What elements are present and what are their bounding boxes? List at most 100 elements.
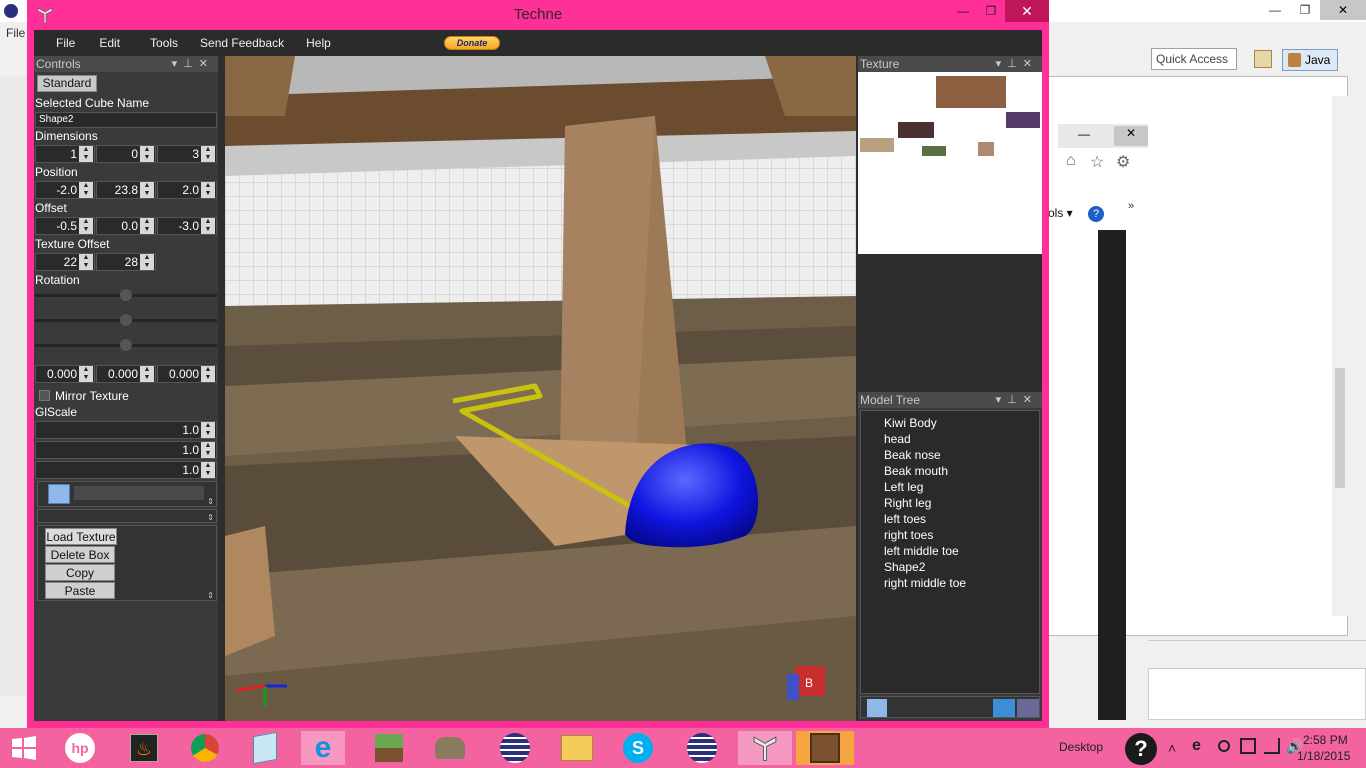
- paste-button[interactable]: Paste: [45, 582, 115, 599]
- flame-app-icon[interactable]: ♨: [122, 731, 166, 765]
- cube-icon[interactable]: [48, 484, 70, 504]
- group-icon[interactable]: [1017, 699, 1039, 717]
- quick-access-input[interactable]: Quick Access: [1151, 48, 1237, 70]
- eclipse-menu-file[interactable]: File: [6, 26, 25, 40]
- cube-name-input[interactable]: Shape2: [35, 112, 217, 128]
- ie-tray-icon[interactable]: e: [1192, 737, 1201, 755]
- 3d-viewport[interactable]: B: [225, 56, 856, 721]
- shape-toolbox[interactable]: ⇕: [37, 481, 217, 507]
- tree-item[interactable]: Kiwi Body: [861, 415, 1039, 431]
- load-texture-button[interactable]: Load Texture: [45, 528, 117, 545]
- panel-window-icons[interactable]: ▾⊥✕: [996, 392, 1038, 408]
- expand-icon[interactable]: ⇕: [207, 513, 214, 522]
- rotation-y-stepper[interactable]: 0.000 ▲ ▼: [96, 365, 156, 383]
- menu-tools[interactable]: Tools: [150, 36, 178, 50]
- minecraft-icon[interactable]: [367, 731, 411, 765]
- 3d-scene[interactable]: B: [225, 56, 856, 721]
- start-button[interactable]: [2, 731, 46, 765]
- tree-item[interactable]: right middle toe: [861, 575, 1039, 591]
- tree-item[interactable]: Beak mouth: [861, 463, 1039, 479]
- dimension-y-stepper[interactable]: 0 ▲ ▼: [96, 145, 156, 163]
- network-status-icon[interactable]: [1218, 740, 1230, 752]
- tree-item[interactable]: Shape2: [861, 559, 1039, 575]
- rotation-x-stepper[interactable]: 0.000 ▲ ▼: [35, 365, 95, 383]
- glscale-y-stepper[interactable]: 1.0 ▲ ▼: [35, 441, 217, 459]
- position-z-stepper[interactable]: 2.0 ▲ ▼: [157, 181, 217, 199]
- notepad-icon[interactable]: [243, 731, 287, 765]
- minimize-icon[interactable]: —: [1260, 0, 1290, 20]
- browser-minimize-icon[interactable]: —: [1078, 127, 1090, 141]
- eclipse-icon[interactable]: [493, 731, 537, 765]
- menu-file[interactable]: File: [56, 36, 75, 50]
- delete-box-button[interactable]: Delete Box: [45, 546, 115, 563]
- mirror-texture-checkbox[interactable]: [39, 390, 50, 401]
- eclipse-icon[interactable]: [680, 731, 724, 765]
- menu-edit[interactable]: Edit: [99, 36, 120, 50]
- browser-close-icon[interactable]: ✕: [1114, 126, 1148, 146]
- tree-item[interactable]: left middle toe: [861, 543, 1039, 559]
- battery-icon[interactable]: [1240, 738, 1256, 754]
- rotation-z-knob[interactable]: [120, 339, 132, 351]
- rotation-y-knob[interactable]: [120, 314, 132, 326]
- tree-item[interactable]: left toes: [861, 511, 1039, 527]
- donate-button[interactable]: Donate: [444, 36, 500, 50]
- offset-x-stepper[interactable]: -0.5 ▲ ▼: [35, 217, 95, 235]
- texture-offset-y-stepper[interactable]: 28 ▲ ▼: [96, 253, 156, 271]
- texture-preview[interactable]: [858, 72, 1042, 254]
- close-icon[interactable]: ✕: [1005, 0, 1049, 22]
- expand-icon[interactable]: ⇕: [207, 497, 214, 506]
- file-explorer-icon[interactable]: [555, 731, 599, 765]
- toolbox-row[interactable]: ⇕: [37, 509, 217, 523]
- help-icon[interactable]: ?: [1125, 733, 1157, 765]
- internet-explorer-icon[interactable]: e: [301, 731, 345, 765]
- menu-help[interactable]: Help: [306, 36, 331, 50]
- techne-taskbar-icon[interactable]: [738, 731, 792, 765]
- eclipse-scrollbar[interactable]: [1332, 96, 1348, 616]
- help-icon[interactable]: ?: [1088, 206, 1104, 222]
- tree-item[interactable]: head: [861, 431, 1039, 447]
- close-icon[interactable]: ✕: [1320, 0, 1366, 20]
- glscale-z-stepper[interactable]: 1.0 ▲ ▼: [35, 461, 217, 479]
- chevron-more-icon[interactable]: »: [1128, 200, 1134, 212]
- tools-menu[interactable]: ols ▾: [1048, 206, 1073, 220]
- open-perspective-icon[interactable]: [1254, 50, 1272, 68]
- dimension-z-stepper[interactable]: 3 ▲ ▼: [157, 145, 217, 163]
- panel-window-icons[interactable]: ▾⊥✕: [996, 56, 1038, 72]
- hp-icon[interactable]: hp: [58, 731, 102, 765]
- offset-y-stepper[interactable]: 0.0 ▲ ▼: [96, 217, 156, 235]
- copy-button[interactable]: Copy: [45, 564, 115, 581]
- glscale-x-stepper[interactable]: 1.0 ▲ ▼: [35, 421, 217, 439]
- offset-z-stepper[interactable]: -3.0 ▲ ▼: [157, 217, 217, 235]
- tree-item[interactable]: Right leg: [861, 495, 1039, 511]
- chrome-icon[interactable]: [183, 731, 227, 765]
- gear-icon[interactable]: ⚙: [1116, 152, 1130, 172]
- clock-date[interactable]: 1/18/2015: [1297, 749, 1350, 763]
- java-perspective-button[interactable]: Java: [1282, 49, 1338, 71]
- position-x-stepper[interactable]: -2.0 ▲ ▼: [35, 181, 95, 199]
- signal-icon[interactable]: [1264, 738, 1280, 754]
- rotation-x-knob[interactable]: [120, 289, 132, 301]
- minecraft-launcher-icon[interactable]: [796, 731, 854, 765]
- standard-mode-button[interactable]: Standard: [37, 75, 97, 92]
- skype-icon[interactable]: S: [616, 731, 660, 765]
- maximize-icon[interactable]: ❐: [1290, 0, 1320, 20]
- star-icon[interactable]: ☆: [1090, 152, 1104, 172]
- position-y-stepper[interactable]: 23.8 ▲ ▼: [96, 181, 156, 199]
- minimize-icon[interactable]: —: [949, 0, 977, 22]
- model-tree[interactable]: Kiwi Body head Beak nose Beak mouth Left…: [860, 410, 1040, 694]
- eclipse-scroll-thumb[interactable]: [1335, 368, 1345, 488]
- expand-icon[interactable]: ⇕: [207, 591, 214, 600]
- desktop-label[interactable]: Desktop: [1059, 740, 1103, 754]
- dimension-x-stepper[interactable]: 1 ▲ ▼: [35, 145, 95, 163]
- cube-icon[interactable]: [867, 699, 887, 717]
- home-icon[interactable]: ⌂: [1066, 152, 1076, 170]
- tray-chevron-icon[interactable]: ˄: [1168, 740, 1176, 756]
- folder-icon[interactable]: [993, 699, 1015, 717]
- menu-send-feedback[interactable]: Send Feedback: [200, 36, 284, 50]
- rotation-z-stepper[interactable]: 0.000 ▲ ▼: [157, 365, 217, 383]
- tree-item[interactable]: Beak nose: [861, 447, 1039, 463]
- tree-item[interactable]: right toes: [861, 527, 1039, 543]
- texture-offset-x-stepper[interactable]: 22 ▲ ▼: [35, 253, 95, 271]
- tree-item[interactable]: Left leg: [861, 479, 1039, 495]
- gimp-icon[interactable]: [428, 731, 472, 765]
